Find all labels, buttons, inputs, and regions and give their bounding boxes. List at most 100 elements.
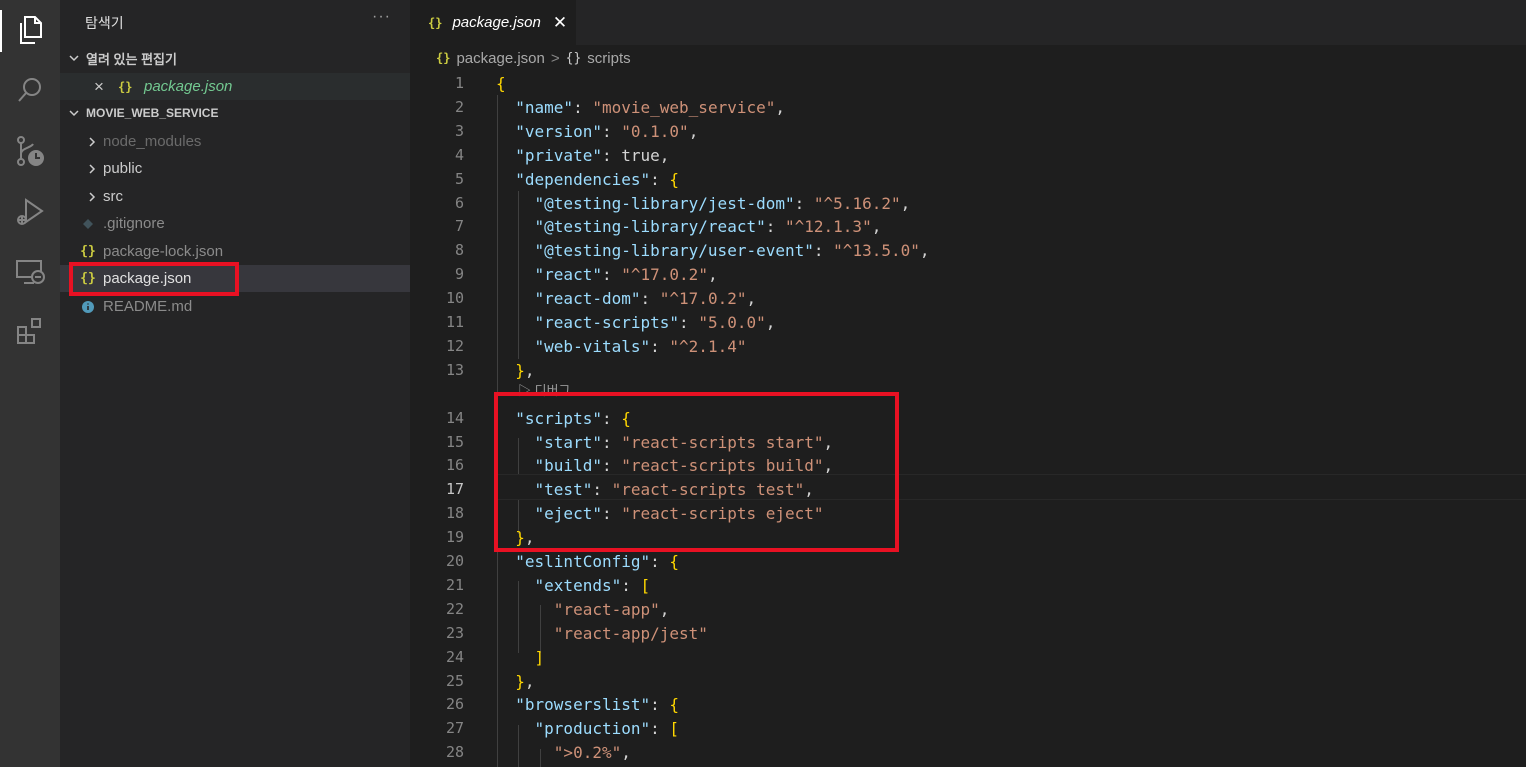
line-number: 27 — [445, 719, 464, 738]
json-icon: {} — [80, 271, 96, 286]
chevron-right-icon — [82, 136, 102, 148]
line-number: 23 — [445, 623, 464, 642]
code-line[interactable]: "eslintConfig": { — [496, 552, 679, 571]
tree-item-readme[interactable]: README.md — [60, 293, 410, 320]
project-label: MOVIE_WEB_SERVICE — [86, 106, 219, 120]
code-line[interactable]: ">0.2%", — [496, 743, 631, 762]
line-number: 19 — [445, 528, 464, 547]
line-number: 21 — [445, 575, 464, 594]
open-editors-header[interactable]: 열려 있는 편집기 — [60, 45, 410, 71]
code-line[interactable]: "test": "react-scripts test", — [496, 480, 814, 499]
activity-bar — [0, 0, 60, 767]
code-line[interactable]: "react": "^17.0.2", — [496, 265, 718, 284]
tree-item-package-lock[interactable]: {} package-lock.json — [60, 238, 410, 265]
line-number: 10 — [445, 289, 464, 308]
code-line[interactable]: "dependencies": { — [496, 170, 679, 189]
open-editors-label: 열려 있는 편집기 — [86, 51, 177, 67]
line-number: 6 — [454, 193, 464, 212]
chevron-right-icon — [82, 163, 102, 175]
line-number: 24 — [445, 647, 464, 666]
tree-item-package-json[interactable]: {} package.json — [60, 265, 410, 292]
line-number: 1 — [454, 74, 464, 92]
more-actions-icon[interactable]: ··· — [372, 8, 391, 26]
source-control-icon[interactable] — [12, 134, 48, 170]
code-line[interactable]: "react-scripts": "5.0.0", — [496, 313, 776, 332]
code-line[interactable]: "browserslist": { — [496, 695, 679, 714]
close-icon[interactable]: × — [94, 77, 110, 97]
open-editor-label: package.json — [144, 78, 233, 95]
code-line[interactable]: "extends": [ — [496, 576, 651, 595]
code-line[interactable]: }, — [496, 361, 534, 380]
breadcrumb: {} package.json > {} scripts — [410, 45, 1526, 71]
sidebar-title: 탐색기 — [85, 15, 124, 31]
search-icon[interactable] — [12, 72, 48, 108]
run-debug-icon[interactable] — [12, 194, 48, 230]
line-number: 12 — [445, 336, 464, 355]
extensions-icon[interactable] — [12, 313, 48, 349]
info-icon — [78, 300, 98, 314]
code-line[interactable]: "@testing-library/jest-dom": "^5.16.2", — [496, 194, 911, 213]
git-icon — [78, 218, 98, 230]
explorer-icon[interactable] — [12, 12, 48, 48]
tree-item-label: .gitignore — [103, 215, 165, 232]
line-number: 28 — [445, 743, 464, 762]
tab-bar: {} package.json ✕ — [410, 0, 1526, 45]
tree-item-label: package-lock.json — [103, 243, 224, 260]
breadcrumb-file[interactable]: package.json — [456, 50, 544, 67]
code-line[interactable]: "scripts": { — [496, 409, 631, 428]
json-icon: {} — [428, 15, 443, 30]
code-line[interactable]: "web-vitals": "^2.1.4" — [496, 337, 747, 356]
tab-label: package.json — [452, 14, 541, 31]
line-number: 2 — [454, 97, 464, 116]
line-number: 14 — [445, 408, 464, 427]
code-line[interactable]: "react-app", — [496, 600, 670, 619]
code-line[interactable]: "react-dom": "^17.0.2", — [496, 289, 757, 308]
explorer-sidebar: 탐색기 ··· 열려 있는 편집기 × {} package.json MOVI… — [60, 0, 410, 767]
tree-item-public[interactable]: public — [60, 155, 410, 182]
code-line[interactable]: { — [496, 74, 506, 93]
active-indicator — [0, 10, 2, 52]
code-line[interactable]: ] — [496, 648, 545, 667]
debug-codelens[interactable]: ▷ 디버그 — [518, 380, 571, 399]
project-header[interactable]: MOVIE_WEB_SERVICE — [60, 100, 410, 126]
close-icon[interactable]: ✕ — [553, 13, 567, 33]
code-line[interactable]: "react-app/jest" — [496, 624, 708, 643]
line-number: 7 — [454, 217, 464, 236]
code-line[interactable]: "start": "react-scripts start", — [496, 433, 834, 452]
json-icon: {} — [436, 51, 451, 65]
tree-item-src[interactable]: src — [60, 183, 410, 210]
json-icon: {} — [118, 79, 133, 94]
code-line[interactable]: }, — [496, 672, 534, 691]
line-number: 8 — [454, 241, 464, 260]
line-number: 5 — [454, 169, 464, 188]
code-line[interactable]: "eject": "react-scripts eject" — [496, 504, 824, 523]
line-number: 11 — [445, 313, 464, 331]
breadcrumb-section[interactable]: scripts — [587, 50, 630, 67]
code-line[interactable]: }, — [496, 528, 534, 547]
tree-item-label: README.md — [103, 298, 193, 315]
chevron-down-icon — [66, 50, 82, 66]
remote-explorer-icon[interactable] — [12, 254, 48, 290]
code-line[interactable]: "production": [ — [496, 719, 680, 738]
tree-item-label: public — [103, 160, 143, 177]
tree-item-node-modules[interactable]: node_modules — [60, 128, 410, 155]
code-line[interactable]: "@testing-library/react": "^12.1.3", — [496, 217, 882, 236]
code-line[interactable]: "@testing-library/user-event": "^13.5.0"… — [496, 241, 930, 260]
code-line[interactable]: "name": "movie_web_service", — [496, 98, 785, 117]
line-number: 25 — [445, 671, 464, 690]
code-line[interactable]: "version": "0.1.0", — [496, 122, 698, 141]
tree-item-gitignore[interactable]: .gitignore — [60, 210, 410, 237]
code-editor[interactable]: 1 {2 "name": "movie_web_service", 3 "versi… — [410, 71, 1526, 767]
line-number: 26 — [445, 695, 464, 714]
tree-item-label: src — [103, 188, 123, 205]
code-line[interactable]: "private": true, — [496, 146, 669, 165]
line-number: 16 — [445, 456, 464, 475]
code-line[interactable]: "build": "react-scripts build", — [496, 456, 834, 475]
tree-item-label: package.json — [103, 270, 192, 287]
open-editor-item[interactable]: × {} package.json — [60, 73, 410, 100]
line-number: 3 — [454, 121, 464, 140]
line-number: 15 — [445, 432, 464, 451]
tab-package-json[interactable]: {} package.json ✕ — [410, 0, 576, 45]
line-number: 4 — [454, 145, 464, 164]
line-number: 13 — [445, 360, 464, 379]
